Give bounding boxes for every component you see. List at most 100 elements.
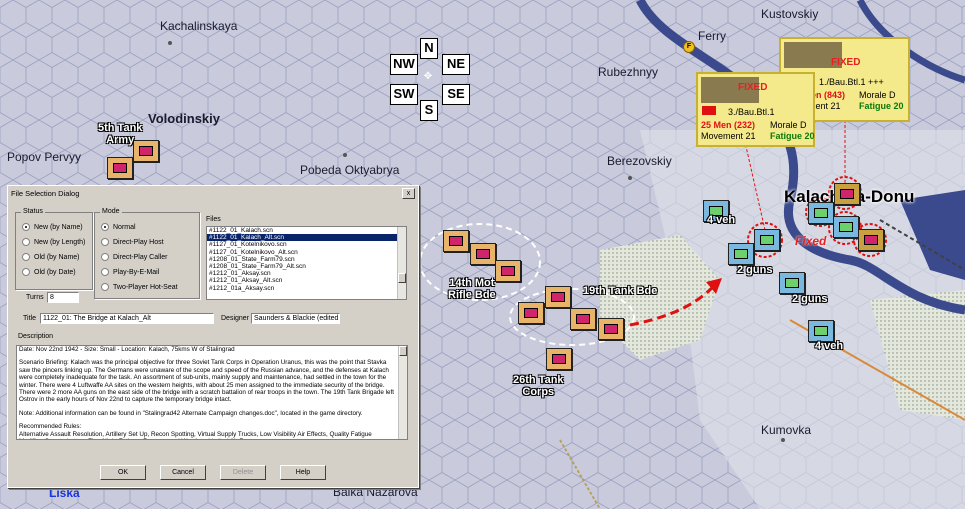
unit-german-kalach-b[interactable]: [833, 216, 859, 238]
turns-field[interactable]: 8: [47, 292, 79, 303]
scroll-thumb[interactable]: [398, 273, 406, 283]
label-fixed: Fixed: [795, 234, 827, 248]
radio-dot-icon: [22, 253, 30, 261]
radio-dot-icon: [22, 238, 30, 246]
radio-old-by-date[interactable]: Old (by Date): [22, 268, 76, 276]
unit-fatigue-1: Fatigue 20: [859, 101, 904, 111]
label-2-guns-b: 2 guns: [792, 293, 828, 305]
file-item[interactable]: #1212_01_Aksay_Alt.scn: [207, 277, 406, 284]
unit-men-2: 25 Men (232): [701, 120, 756, 130]
unit-info-card-2[interactable]: FIXED 3./Bau.Btl.1 25 Men (232) Morale D…: [696, 72, 815, 147]
file-item[interactable]: #1208_01_State_Farm79.scn: [207, 256, 406, 263]
unit-19th-tank-b[interactable]: [518, 302, 544, 324]
unit-morale-2: Morale D: [770, 120, 807, 130]
mode-group: Mode Normal Direct-Play Host Direct-Play…: [94, 208, 200, 299]
radio-normal[interactable]: Normal: [101, 223, 136, 231]
file-item[interactable]: #1208_01_State_Farm79_Alt.scn: [207, 263, 406, 270]
radio-label: Play-By-E-Mail: [113, 268, 160, 276]
label-14th-mot-rifle-bde: 14th Mot Rifle Bde: [448, 277, 496, 301]
radio-label: New (by Name): [34, 223, 83, 231]
fixed-status-1: FIXED: [831, 57, 861, 68]
label-19th-tank-bde: 19th Tank Bde: [583, 285, 658, 297]
radio-two-player-hot-seat[interactable]: Two-Player Hot-Seat: [101, 283, 178, 291]
unit-19th-tank-c[interactable]: [570, 308, 596, 330]
unit-movement-2: Movement 21: [701, 131, 756, 141]
radio-dot-icon: [101, 268, 109, 276]
radio-direct-play-caller[interactable]: Direct-Play Caller: [101, 253, 167, 261]
description-scrollbar[interactable]: [398, 346, 407, 439]
files-listbox[interactable]: #1122_01_Kalach.scn #1122_01_Kalach_Alt.…: [206, 226, 407, 300]
compass-n-button[interactable]: N: [420, 38, 438, 59]
unit-26th-tank-corps[interactable]: [546, 348, 572, 370]
compass-s-button[interactable]: S: [420, 100, 438, 121]
radio-dot-icon: [101, 283, 109, 291]
description-label: Description: [18, 333, 54, 340]
unit-14th-mot-a[interactable]: [443, 230, 469, 252]
compass-nw-button[interactable]: NW: [390, 54, 418, 75]
place-ferry: Ferry: [698, 29, 726, 43]
radio-new-by-length[interactable]: New (by Length): [22, 238, 85, 246]
unit-morale-1: Morale D: [859, 90, 896, 100]
ferry-marker-icon[interactable]: F: [683, 41, 695, 53]
dialog-titlebar[interactable]: File Selection Dialog x: [9, 187, 417, 199]
delete-button: Delete: [220, 465, 266, 480]
place-kumovka: Kumovka: [761, 423, 812, 437]
radio-old-by-name[interactable]: Old (by Name): [22, 253, 80, 261]
unit-name-1: 1./Bau.Btl.1 +++: [819, 77, 884, 87]
unit-19th-tank-a[interactable]: [545, 286, 571, 308]
compass-se-button[interactable]: SE: [442, 84, 470, 105]
scroll-thumb[interactable]: [399, 346, 407, 356]
compass-sw-button[interactable]: SW: [390, 84, 418, 105]
status-group: Status New (by Name) New (by Length) Old…: [15, 208, 93, 290]
title-field[interactable]: 1122_01: The Bridge at Kalach_Alt: [40, 313, 214, 324]
unit-german-kalach-c[interactable]: [834, 183, 860, 205]
radio-play-by-email[interactable]: Play-By-E-Mail: [101, 268, 159, 276]
turns-label: Turns: [26, 294, 44, 301]
file-item[interactable]: #1127_01_Kotelnikovo_Alt.scn: [207, 249, 406, 256]
unit-name-2: 3./Bau.Btl.1: [728, 107, 775, 117]
files-scrollbar[interactable]: [397, 227, 406, 299]
radio-label: Old (by Name): [34, 253, 80, 261]
radio-label: Normal: [113, 223, 136, 231]
unit-german-2guns-a[interactable]: [728, 243, 754, 265]
unit-19th-tank-d[interactable]: [598, 318, 624, 340]
close-button[interactable]: x: [402, 188, 415, 199]
description-rules: Recommended Rules: Alternative Assault R…: [19, 423, 372, 439]
unit-14th-mot-c[interactable]: [495, 260, 521, 282]
radio-new-by-name[interactable]: New (by Name): [22, 223, 83, 231]
place-rubezhnyy: Rubezhnyy: [598, 65, 659, 79]
designer-field[interactable]: Saunders & Blackie (edited: W: [251, 313, 340, 324]
help-button[interactable]: Help: [280, 465, 326, 480]
place-volodinskiy: Volodinskiy: [148, 111, 220, 126]
description-box[interactable]: Date: Nov 22nd 1942 - Size: Small - Loca…: [16, 345, 408, 440]
unit-german-4veh-b[interactable]: [808, 320, 834, 342]
unit-fatigue-2: Fatigue 20: [770, 131, 815, 141]
radio-dot-icon: [101, 253, 109, 261]
unit-5th-tank-army-b[interactable]: [107, 157, 133, 179]
designer-label: Designer: [221, 315, 250, 322]
unit-german-kalach-d[interactable]: [858, 229, 884, 251]
label-4-veh-top: 4 veh: [707, 214, 736, 226]
radio-direct-play-host[interactable]: Direct-Play Host: [101, 238, 164, 246]
place-berezovskiy: Berezovskiy: [607, 154, 672, 168]
file-item[interactable]: #1122_01_Kalach.scn: [207, 227, 406, 234]
compass-center-icon: ✥: [423, 71, 433, 82]
radio-dot-icon: [22, 268, 30, 276]
unit-14th-mot-b[interactable]: [470, 243, 496, 265]
title-label: Title: [23, 315, 36, 322]
file-item[interactable]: #1127_01_Kotelnikovo.scn: [207, 241, 406, 248]
ok-button[interactable]: OK: [100, 465, 146, 480]
german-flag-icon: [702, 106, 716, 115]
file-item[interactable]: #1212_01_Aksay.scn: [207, 270, 406, 277]
unit-german-fixed-a[interactable]: [754, 229, 780, 251]
file-item[interactable]: #1212_01a_Aksay.scn: [207, 285, 406, 292]
cancel-button[interactable]: Cancel: [160, 465, 206, 480]
radio-dot-icon: [101, 223, 109, 231]
place-kustovskiy: Kustovskiy: [761, 7, 819, 21]
unit-german-2guns-b[interactable]: [779, 272, 805, 294]
place-popov-pervyy: Popov Pervyy: [7, 150, 82, 164]
radio-label: New (by Length): [34, 238, 86, 246]
file-item-selected[interactable]: #1122_01_Kalach_Alt.scn: [207, 234, 406, 242]
unit-german-kalach-a[interactable]: [808, 202, 834, 224]
compass-ne-button[interactable]: NE: [442, 54, 470, 75]
